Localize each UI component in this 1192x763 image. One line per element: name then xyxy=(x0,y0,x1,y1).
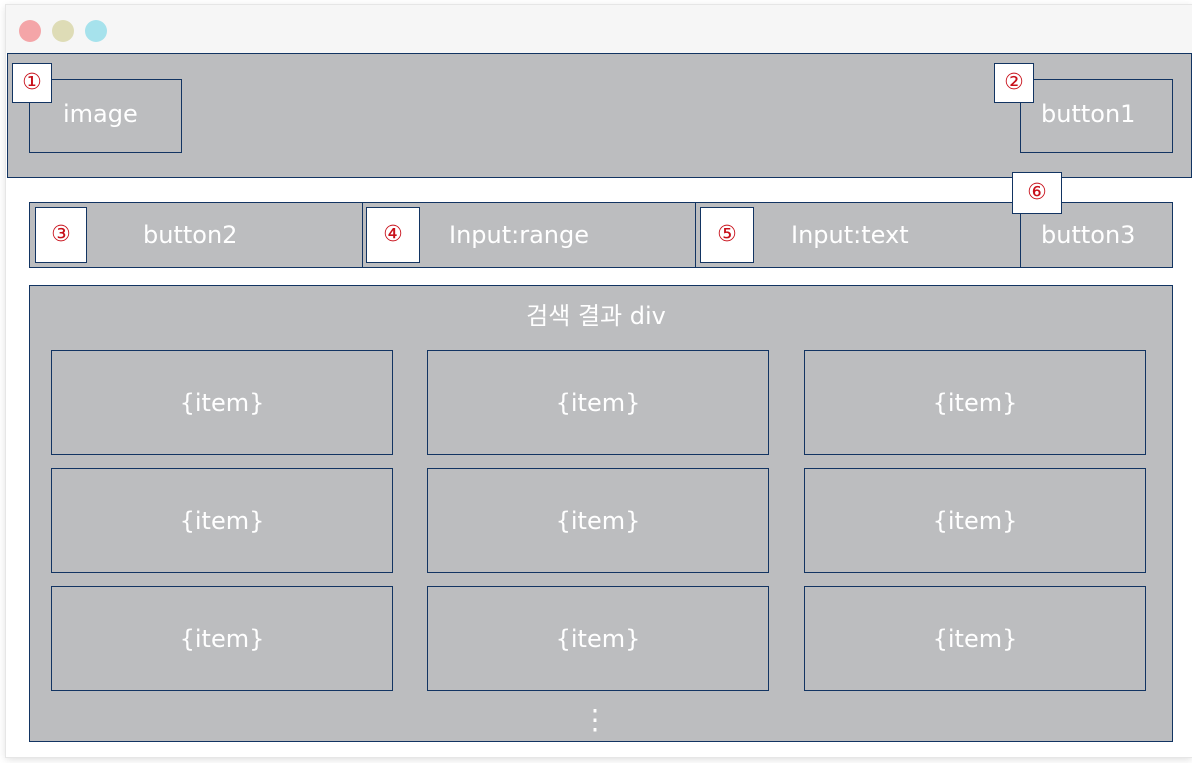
marker-4-badge: ④ xyxy=(366,207,420,263)
search-results-title: 검색 결과 div xyxy=(526,302,666,330)
button2-label: button2 xyxy=(143,221,238,249)
marker-5-badge: ⑤ xyxy=(700,207,754,263)
button1[interactable]: button1 xyxy=(1020,79,1173,153)
range-input-label: Input:range xyxy=(449,221,590,249)
image-label: image xyxy=(63,100,138,128)
marker-3-badge: ③ xyxy=(35,207,87,263)
result-item[interactable]: {item} xyxy=(427,586,769,691)
maximize-dot-icon[interactable] xyxy=(85,20,107,42)
result-item[interactable]: {item} xyxy=(804,468,1146,573)
result-item[interactable]: {item} xyxy=(427,468,769,573)
result-item[interactable]: {item} xyxy=(51,350,393,455)
text-input-label: Input:text xyxy=(791,221,909,249)
result-item[interactable]: {item} xyxy=(427,350,769,455)
result-item[interactable]: {item} xyxy=(51,586,393,691)
result-item[interactable]: {item} xyxy=(804,350,1146,455)
close-dot-icon[interactable] xyxy=(19,20,41,42)
marker-1-badge: ① xyxy=(12,63,52,103)
button3-label: button3 xyxy=(1041,221,1136,249)
button1-label: button1 xyxy=(1041,100,1136,128)
result-item[interactable]: {item} xyxy=(51,468,393,573)
more-results-indicator: ⋮ xyxy=(581,703,609,736)
marker-2-badge: ② xyxy=(994,63,1034,103)
title-bar xyxy=(6,5,1192,53)
marker-6-badge: ⑥ xyxy=(1012,172,1062,214)
result-item[interactable]: {item} xyxy=(804,586,1146,691)
minimize-dot-icon[interactable] xyxy=(52,20,74,42)
